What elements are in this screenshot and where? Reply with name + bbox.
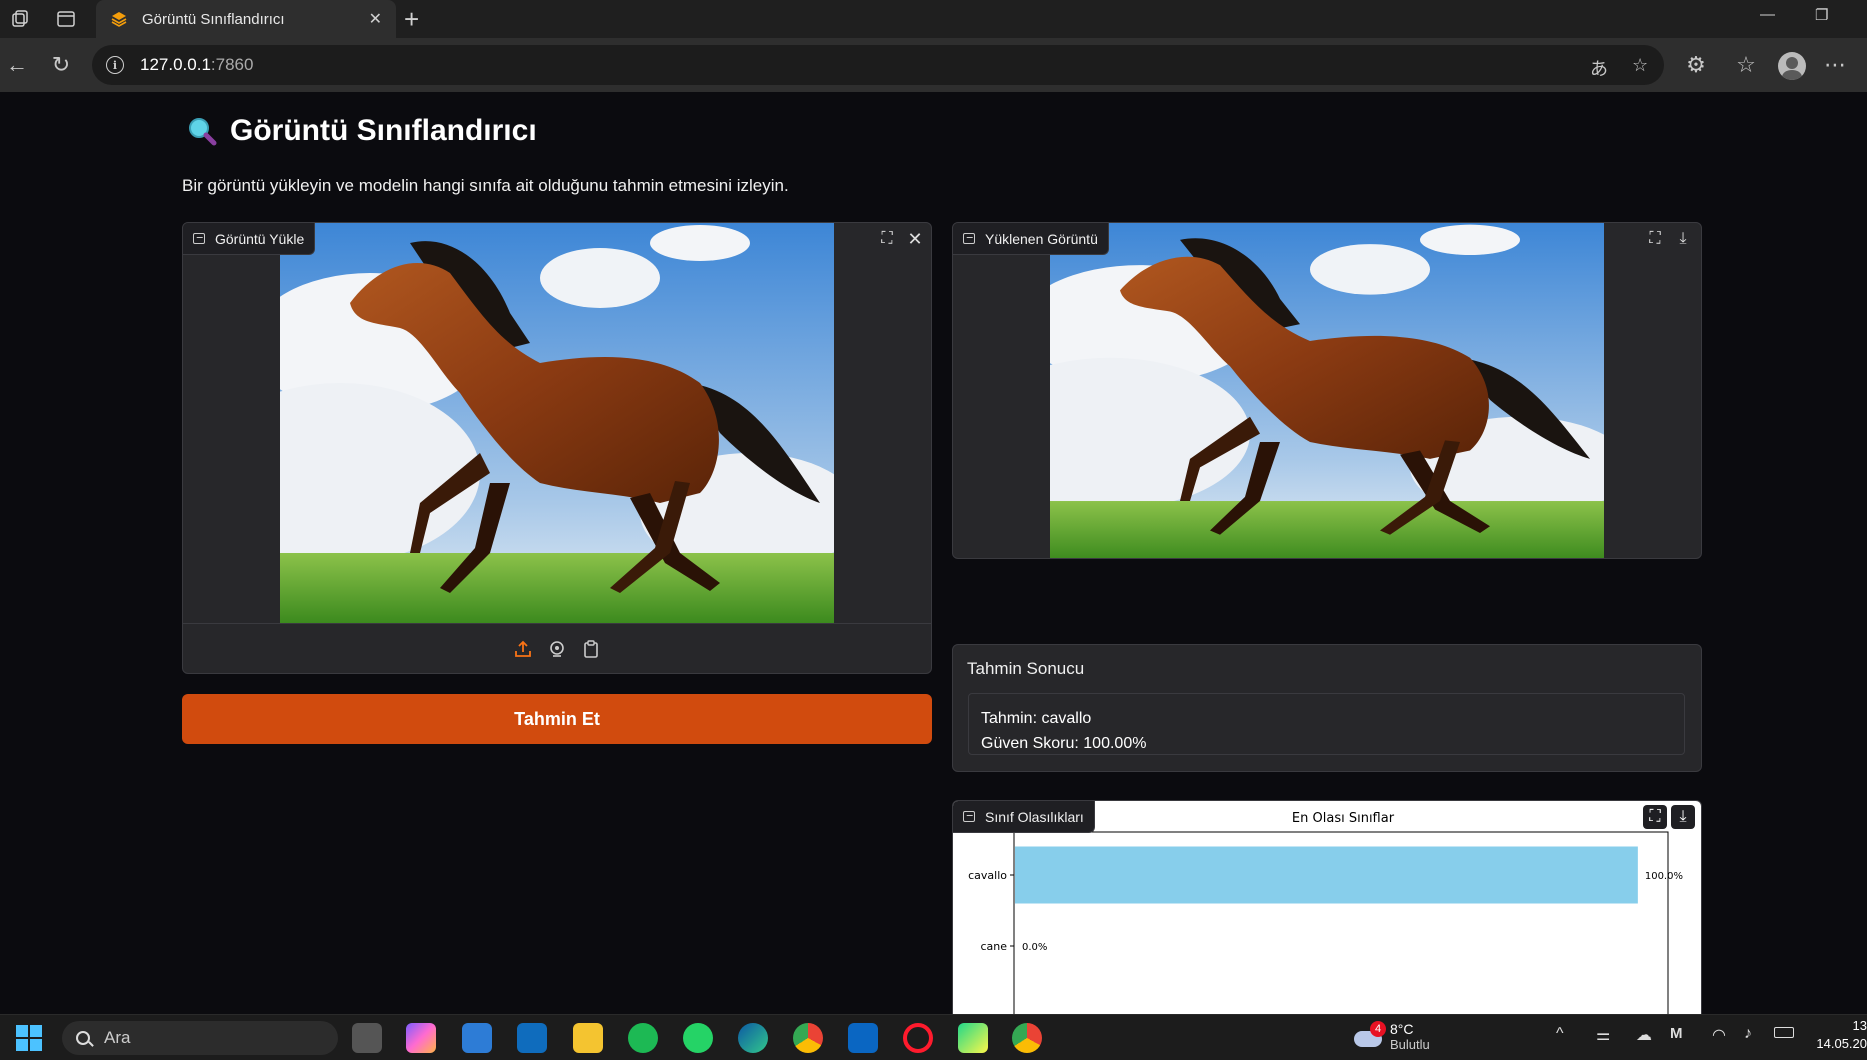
tab-title: Görüntü Sınıflandırıcı (142, 10, 285, 28)
taskbar-search[interactable]: Ara (62, 1021, 338, 1055)
tray-overflow-icon[interactable]: ^ (1556, 1025, 1564, 1043)
clear-image-icon[interactable]: ✕ (903, 227, 927, 251)
page-title: Görüntü Sınıflandırıcı (186, 114, 537, 148)
chrome-icon[interactable] (793, 1023, 823, 1053)
windows-taskbar: Ara 4 8°C Bulutlu ^ ⚌ ☁ M ◠ ♪ 13 14.05.2… (0, 1014, 1867, 1060)
chart-title: En Olası Sınıflar (1292, 811, 1395, 826)
new-tab-icon[interactable]: + (404, 4, 419, 35)
linkedin-icon[interactable] (848, 1023, 878, 1053)
image-icon (193, 233, 205, 244)
image-icon (963, 233, 975, 244)
favorites-icon[interactable]: ☆ (1733, 52, 1759, 78)
extensions-icon[interactable]: ⚙ (1683, 52, 1709, 78)
value-label-cane: 0.0% (1022, 942, 1047, 953)
value-label-cavallo: 100.0% (1645, 871, 1683, 882)
download-icon[interactable]: ⤓ (1671, 805, 1695, 829)
file-explorer-icon[interactable] (573, 1023, 603, 1053)
fullscreen-icon[interactable]: ⛶ (875, 227, 899, 251)
output-image-label: Yüklenen Görüntü (953, 223, 1109, 255)
windows-start-icon[interactable] (14, 1023, 44, 1053)
clock[interactable]: 13 14.05.20 (1814, 1017, 1867, 1053)
battery-icon[interactable] (1774, 1027, 1794, 1038)
gradio-favicon-icon (111, 12, 127, 27)
page-description: Bir görüntü yükleyin ve modelin hangi sı… (182, 176, 789, 195)
back-icon[interactable]: ← (4, 52, 30, 78)
result-prediction: Tahmin: cavallo (981, 710, 1092, 727)
browser-tab[interactable]: Görüntü Sınıflandırıcı ✕ (96, 0, 396, 38)
fullscreen-icon[interactable]: ⛶ (1643, 227, 1667, 251)
url-text: 127.0.0.1:7860 (140, 55, 254, 74)
workspaces-icon[interactable] (8, 7, 32, 31)
y-tick-label-cane: cane (980, 940, 1007, 953)
weather-badge: 4 (1370, 1021, 1386, 1037)
weather-desc: Bulutlu (1390, 1037, 1430, 1051)
tray-cloud-icon[interactable]: ☁ (1636, 1025, 1652, 1045)
output-image-panel: Yüklenen Görüntü ⛶ ⤓ (952, 222, 1702, 559)
weather-widget[interactable]: 4 8°C Bulutlu (1352, 1021, 1430, 1051)
magnifier-icon (189, 118, 217, 146)
result-panel: Tahmin Sonucu Tahmin: cavallo Güven Skor… (952, 644, 1702, 772)
browser-toolbar: ← ↻ i 127.0.0.1:7860 あ ☆ ⚙ ☆ ⋯ (0, 38, 1867, 92)
uploaded-horse-image (280, 223, 834, 623)
predict-button[interactable]: Tahmin Et (182, 694, 932, 744)
probability-chart-panel: En Olası Sınıflar cavallo 100.0% cane 0.0% … (952, 800, 1702, 1014)
search-icon (76, 1031, 90, 1045)
y-tick-label-cavallo: cavallo (968, 869, 1007, 882)
task-view-icon[interactable] (352, 1023, 382, 1053)
favorite-star-icon[interactable]: ☆ (1632, 55, 1648, 76)
weather-temp: 8°C (1390, 1021, 1414, 1037)
result-textbox: Tahmin: cavallo Güven Skoru: 100.00% (968, 693, 1685, 755)
opera-icon[interactable] (903, 1023, 933, 1053)
cloud-icon: 4 (1352, 1021, 1386, 1049)
volume-icon[interactable]: ♪ (1744, 1025, 1752, 1043)
fullscreen-icon[interactable]: ⛶ (1643, 805, 1667, 829)
gradio-app: Görüntü Sınıflandırıcı Bir görüntü yükle… (0, 92, 1867, 1014)
result-confidence: Güven Skoru: 100.00% (981, 735, 1147, 752)
edge-icon[interactable] (738, 1023, 768, 1053)
more-menu-icon[interactable]: ⋯ (1822, 52, 1848, 78)
copilot-icon[interactable] (406, 1023, 436, 1053)
upload-icon[interactable] (513, 639, 533, 659)
clipboard-icon[interactable] (581, 639, 601, 659)
download-icon[interactable]: ⤓ (1671, 227, 1695, 251)
read-aloud-icon[interactable]: あ (1590, 55, 1608, 81)
refresh-icon[interactable]: ↻ (48, 52, 74, 78)
site-info-icon[interactable]: i (106, 56, 124, 74)
tray-app-icon[interactable]: M (1670, 1025, 1683, 1042)
upload-source-bar (183, 623, 931, 673)
tray-settings-icon[interactable]: ⚌ (1596, 1025, 1610, 1045)
minimize-icon[interactable]: — (1760, 6, 1775, 23)
webcam-icon[interactable] (547, 639, 567, 659)
upload-panel: Görüntü Yükle ⛶ ✕ (182, 222, 932, 674)
outlook-icon[interactable] (517, 1023, 547, 1053)
image-icon (963, 811, 975, 822)
bar-cavallo (1015, 846, 1638, 904)
tab-actions-icon[interactable] (54, 7, 78, 31)
restore-icon[interactable]: ❐ (1815, 6, 1828, 24)
probability-label: Sınıf Olasılıkları (953, 801, 1095, 833)
chrome-profile-icon[interactable] (1012, 1023, 1042, 1053)
output-horse-image (1050, 223, 1604, 558)
whatsapp-icon[interactable] (683, 1023, 713, 1053)
spotify-icon[interactable] (628, 1023, 658, 1053)
app-icon[interactable] (462, 1023, 492, 1053)
address-bar[interactable]: i 127.0.0.1:7860 あ ☆ (92, 45, 1664, 85)
pycharm-icon[interactable] (958, 1023, 988, 1053)
profile-avatar[interactable] (1778, 52, 1806, 80)
wifi-icon[interactable]: ◠ (1712, 1025, 1726, 1045)
result-title: Tahmin Sonucu (967, 659, 1085, 678)
close-tab-icon[interactable]: ✕ (369, 9, 382, 29)
upload-label: Görüntü Yükle (183, 223, 316, 255)
browser-tab-strip: Görüntü Sınıflandırıcı ✕ + — ❐ (0, 0, 1867, 38)
